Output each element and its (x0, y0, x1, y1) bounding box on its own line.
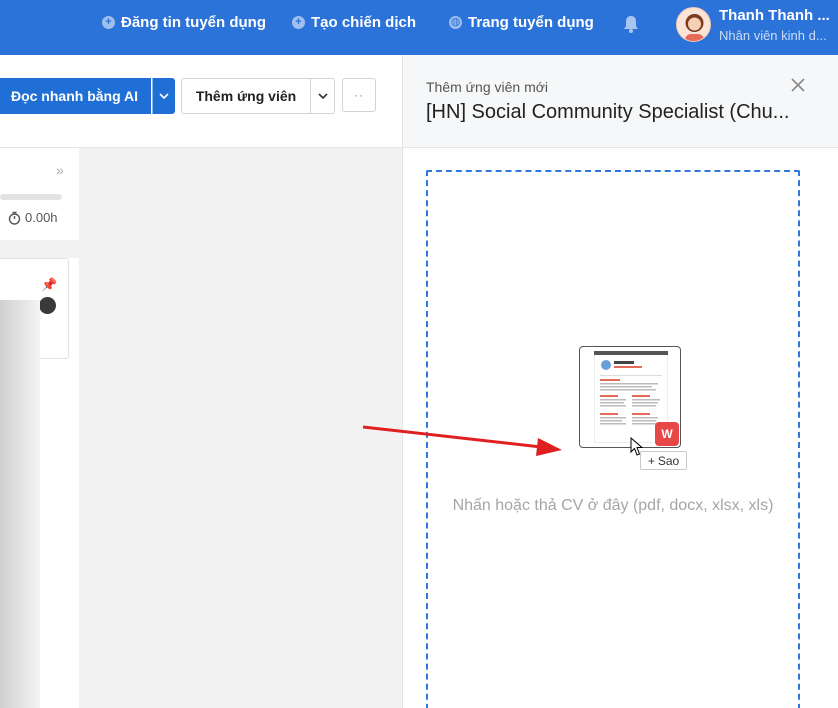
candidate-avatar (39, 297, 56, 314)
ai-dropdown-button[interactable] (152, 78, 175, 114)
collapse-chevrons-icon[interactable]: » (56, 162, 64, 178)
plus-circle-icon: + (292, 16, 305, 29)
user-name[interactable]: Thanh Thanh ... (719, 7, 831, 24)
user-avatar[interactable] (676, 7, 711, 42)
globe-icon: ◍ (449, 16, 462, 29)
add-candidate-dropdown[interactable] (310, 78, 335, 114)
chevron-down-icon (159, 93, 169, 99)
chevron-down-icon (317, 93, 328, 99)
close-icon[interactable] (790, 77, 806, 93)
red-arrow-annotation (362, 425, 562, 456)
bell-icon[interactable] (622, 14, 640, 34)
plus-icon: + (647, 453, 655, 468)
stage-duration-value: 0.00h (25, 210, 58, 225)
pin-icon[interactable]: 📌 (41, 277, 57, 293)
drop-zone-hint: Nhấn hoặc thả CV ở đây (pdf, docx, xlsx,… (452, 497, 774, 514)
nav-post-job-label: Đăng tin tuyển dụng (121, 14, 266, 31)
avatar-illustration (685, 14, 704, 41)
nav-post-job[interactable]: + Đăng tin tuyển dụng (102, 14, 266, 31)
nav-career-page-label: Trang tuyển dụng (468, 14, 594, 31)
user-role: Nhân viên kinh d... (719, 28, 827, 43)
add-candidate-button[interactable]: Thêm ứng viên (181, 78, 311, 114)
more-options-button[interactable]: ·· (342, 78, 376, 112)
stage-duration: 0.00h (8, 210, 58, 225)
ai-quick-read-button[interactable]: Đọc nhanh bằng AI (0, 78, 151, 114)
plus-circle-icon: + (102, 16, 115, 29)
panel-subtitle: Thêm ứng viên mới (426, 79, 549, 95)
column-gap (0, 240, 79, 258)
nav-create-campaign[interactable]: + Tạo chiến dịch (292, 14, 416, 31)
panel-header: Thêm ứng viên mới [HN] Social Community … (403, 55, 838, 148)
wps-icon: W (655, 422, 679, 446)
stage-progress-bar (0, 194, 62, 200)
drag-shadow (0, 300, 40, 708)
copy-drop-badge: + Sao (640, 451, 687, 470)
nav-career-page[interactable]: ◍ Trang tuyển dụng (449, 14, 594, 31)
nav-create-campaign-label: Tạo chiến dịch (311, 14, 417, 31)
stopwatch-icon (8, 211, 21, 225)
copy-drop-label: Sao (657, 453, 680, 468)
top-nav-bar: + Đăng tin tuyển dụng + Tạo chiến dịch ◍… (0, 0, 838, 55)
pipeline-toolbar: Đọc nhanh bằng AI Thêm ứng viên ·· (0, 55, 402, 148)
panel-title: [HN] Social Community Specialist (Chu... (426, 101, 790, 123)
